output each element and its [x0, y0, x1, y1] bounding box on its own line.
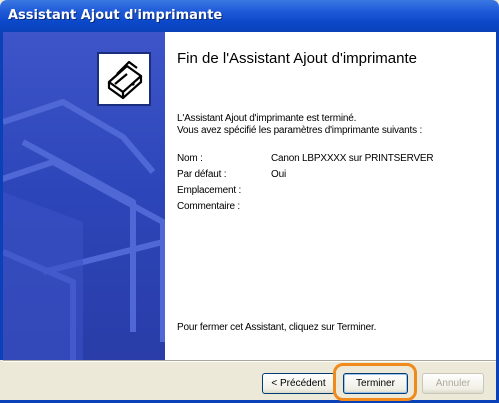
summary-label-name: Nom :	[177, 153, 203, 164]
summary-label-location: Emplacement :	[177, 185, 242, 196]
previous-button[interactable]: < Précédent	[262, 373, 335, 394]
settings-intro: Vous avez spécifié les paramètres d'impr…	[177, 125, 423, 136]
cancel-button[interactable]: Annuler	[422, 373, 484, 394]
window-title: Assistant Ajout d'imprimante	[8, 8, 223, 23]
close-instruction: Pour fermer cet Assistant, cliquez sur T…	[177, 322, 377, 333]
wizard-window: Assistant Ajout d'imprimante Fin de l'As…	[0, 0, 499, 403]
summary-value-default: Oui	[271, 169, 286, 180]
page-title: Fin de l'Assistant Ajout d'imprimante	[177, 50, 417, 67]
button-separator	[3, 360, 496, 362]
summary-label-default: Par défaut :	[177, 169, 227, 180]
wizard-side-panel	[0, 32, 165, 360]
finish-highlight-ring	[333, 363, 417, 401]
printer-icon	[97, 52, 151, 106]
completion-message: L'Assistant Ajout d'imprimante est termi…	[177, 113, 357, 124]
wizard-content: Fin de l'Assistant Ajout d'imprimante L'…	[165, 32, 496, 360]
summary-label-comment: Commentaire :	[177, 201, 240, 212]
title-bar[interactable]: Assistant Ajout d'imprimante	[0, 0, 499, 32]
summary-value-name: Canon LBPXXXX sur PRINTSERVER	[271, 153, 434, 164]
